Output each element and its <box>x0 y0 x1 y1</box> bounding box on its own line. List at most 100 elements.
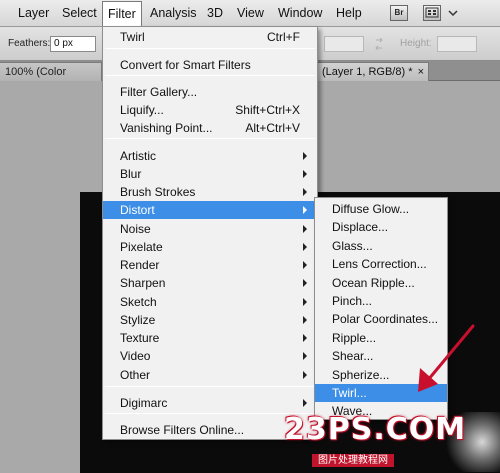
filter-menu-item-other[interactable]: Other <box>103 366 317 384</box>
workspace-menu-icon[interactable] <box>448 6 458 23</box>
menu-item-label: Diffuse Glow... <box>332 202 410 216</box>
submenu-arrow-icon <box>303 371 307 379</box>
filter-menu-item-pixelate[interactable]: Pixelate <box>103 238 317 256</box>
menu-item-label: Distort <box>120 203 155 217</box>
submenu-arrow-icon <box>303 206 307 214</box>
menu-item-label: Texture <box>120 331 160 345</box>
filter-menu-item-texture[interactable]: Texture <box>103 329 317 347</box>
menu-item-label: Blur <box>120 167 142 181</box>
menu-item-label: Liquify... <box>120 103 164 117</box>
submenu-arrow-icon <box>303 261 307 269</box>
filter-menu-item-render[interactable]: Render <box>103 256 317 274</box>
height-field <box>437 36 477 52</box>
filter-menu-item-brush-strokes[interactable]: Brush Strokes <box>103 183 317 201</box>
menu-item-label: Sketch <box>120 295 157 309</box>
menu-item-label: Lens Correction... <box>332 257 427 272</box>
tab-color-balance[interactable]: 100% (Color Balance <box>0 62 102 96</box>
menu-layer[interactable]: Layer <box>18 0 49 27</box>
annotation-arrow <box>418 324 475 392</box>
menu-item-label: Artistic <box>120 149 156 163</box>
width-field <box>324 36 364 52</box>
feather-label: Feathers: <box>8 38 51 49</box>
submenu-arrow-icon <box>303 170 307 178</box>
menu-item-label: Spherize... <box>332 367 390 382</box>
menu-item-label: Filter Gallery... <box>120 85 198 99</box>
distort-menu-item-lens-correction[interactable]: Lens Correction... <box>315 255 447 273</box>
filter-menu: Twirl Ctrl+F Convert for Smart Filters Filt… <box>102 26 318 440</box>
height-label: Height: <box>400 38 432 49</box>
menu-item-label: Vanishing Point... <box>120 121 213 135</box>
menu-filter[interactable]: Filter <box>102 1 142 27</box>
distort-menu-item-pinch[interactable]: Pinch... <box>315 292 447 310</box>
filter-menu-item-twirl[interactable]: Twirl Ctrl+F <box>103 28 317 46</box>
watermark: 23PS.COM 图片处理教程网 <box>266 412 500 473</box>
menu-select[interactable]: Select <box>62 0 97 27</box>
menu-help[interactable]: Help <box>336 0 362 27</box>
submenu-arrow-icon <box>303 243 307 251</box>
menu-item-label: Brush Strokes <box>120 185 196 199</box>
menu-item-label: Sharpen <box>120 276 166 290</box>
menu-separator <box>105 75 315 76</box>
menu-item-label: Shear... <box>332 349 374 364</box>
submenu-arrow-icon <box>303 279 307 287</box>
submenu-arrow-icon <box>303 316 307 324</box>
menu-item-shortcut: Alt+Ctrl+V <box>245 121 300 135</box>
menu-item-label: Stylize <box>120 313 156 327</box>
menu-separator <box>105 48 315 49</box>
distort-menu-item-displace[interactable]: Displace... <box>315 218 447 236</box>
filter-menu-item-video[interactable]: Video <box>103 347 317 365</box>
menu-item-label: Ripple... <box>332 330 377 345</box>
menu-item-label: Glass... <box>332 238 373 253</box>
menu-item-label: Digimarc <box>120 396 168 410</box>
menu-analysis[interactable]: Analysis <box>150 0 197 27</box>
filter-menu-item-distort[interactable]: Distort <box>103 201 317 219</box>
menu-bar: Layer Select Filter Analysis 3D View Win… <box>0 0 500 27</box>
menu-item-label: Pinch... <box>332 294 373 308</box>
menu-3d[interactable]: 3D <box>207 0 223 27</box>
distort-menu-item-glass[interactable]: Glass... <box>315 237 447 255</box>
filter-menu-item-blur[interactable]: Blur <box>103 165 317 183</box>
filter-menu-item-sharpen[interactable]: Sharpen <box>103 274 317 292</box>
distort-menu-item-diffuse-glow[interactable]: Diffuse Glow... <box>315 200 447 218</box>
menu-item-label: Pixelate <box>120 240 163 254</box>
menu-item-label: Ocean Ripple... <box>332 275 415 290</box>
menu-item-label: Render <box>120 258 160 272</box>
feather-input[interactable]: 0 px <box>50 36 96 52</box>
swap-icon <box>375 38 383 50</box>
menu-item-label: Noise <box>120 222 151 236</box>
bridge-icon[interactable]: Br <box>390 5 408 21</box>
menu-item-label: Browse Filters Online... <box>120 423 245 437</box>
close-icon[interactable]: × <box>418 63 424 81</box>
watermark-logo: 23PS.COM <box>284 412 467 447</box>
tab-layer-1[interactable]: (Layer 1, RGB/8) * × <box>315 62 429 81</box>
menu-separator <box>105 138 315 139</box>
filter-menu-item-stylize[interactable]: Stylize <box>103 311 317 329</box>
menu-view[interactable]: View <box>237 0 264 27</box>
filter-menu-item-artistic[interactable]: Artistic <box>103 147 317 165</box>
watermark-caption: 图片处理教程网 <box>312 454 394 467</box>
submenu-arrow-icon <box>303 152 307 160</box>
filter-menu-item-liquify[interactable]: Liquify... Shift+Ctrl+X <box>103 101 317 119</box>
filter-menu-item-convert-for-smart-filters[interactable]: Convert for Smart Filters <box>103 56 317 74</box>
submenu-arrow-icon <box>303 399 307 407</box>
submenu-arrow-icon <box>303 188 307 196</box>
distort-menu-item-ocean-ripple[interactable]: Ocean Ripple... <box>315 274 447 292</box>
tab-layer-1-label: (Layer 1, RGB/8) * <box>322 66 413 78</box>
submenu-arrow-icon <box>303 225 307 233</box>
menu-item-shortcut: Ctrl+F <box>267 30 300 44</box>
submenu-arrow-icon <box>303 298 307 306</box>
filter-menu-item-vanishing-point[interactable]: Vanishing Point... Alt+Ctrl+V <box>103 119 317 137</box>
menu-item-label: Twirl <box>120 30 145 44</box>
menu-item-label: Video <box>120 349 151 363</box>
minibridge-icon[interactable] <box>423 5 441 21</box>
menu-item-label: Other <box>120 368 151 382</box>
filter-menu-item-sketch[interactable]: Sketch <box>103 293 317 311</box>
menu-item-shortcut: Shift+Ctrl+X <box>235 103 300 117</box>
menu-item-label: Twirl... <box>332 386 367 400</box>
filter-menu-item-digimarc[interactable]: Digimarc <box>103 394 317 412</box>
menu-window[interactable]: Window <box>278 0 322 27</box>
filter-menu-item-noise[interactable]: Noise <box>103 220 317 238</box>
submenu-arrow-icon <box>303 334 307 342</box>
filter-menu-item-filter-gallery[interactable]: Filter Gallery... <box>103 83 317 101</box>
menu-item-label: Displace... <box>332 220 389 235</box>
